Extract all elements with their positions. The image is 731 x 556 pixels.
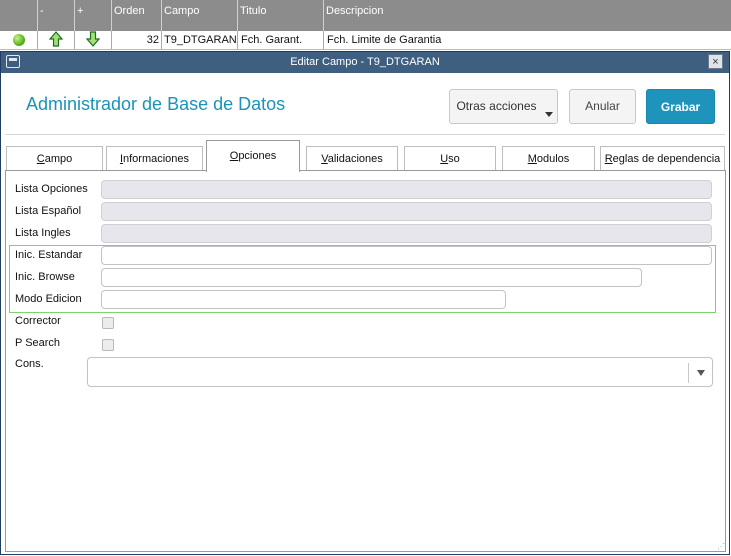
move-down-cell[interactable]: [75, 31, 112, 49]
resize-grip-icon[interactable]: ⋰: [717, 542, 725, 551]
lista-ingles-label: Lista Ingles: [15, 227, 71, 239]
arrow-down-icon[interactable]: [85, 31, 101, 47]
lista-ingles-field[interactable]: [101, 224, 712, 243]
window-icon: [6, 55, 20, 68]
lista-opciones-label: Lista Opciones: [15, 183, 88, 195]
tab-uso-mnemonic: U: [440, 153, 449, 165]
tab-opciones-label: pciones: [238, 150, 277, 162]
combo-separator: [688, 363, 689, 383]
lista-espanol-field[interactable]: [101, 202, 712, 221]
tab-informaciones[interactable]: Informaciones: [106, 146, 203, 171]
lista-opciones-field[interactable]: [101, 180, 712, 199]
tab-modulos-mnemonic: M: [527, 153, 537, 165]
tab-modulos-label: odulos: [536, 153, 570, 165]
grid-col-titulo[interactable]: Titulo: [238, 0, 324, 31]
caret-down-icon: [545, 112, 553, 117]
tab-validaciones-label: alidaciones: [327, 153, 383, 165]
corrector-checkbox[interactable]: [102, 317, 114, 329]
tab-opciones[interactable]: Opciones: [206, 140, 300, 172]
tab-modulos[interactable]: Modulos: [502, 146, 595, 171]
grid-col-plus[interactable]: +: [75, 0, 112, 31]
dialog-titlebar[interactable]: Editar Campo - T9_DTGARAN ×: [1, 52, 729, 73]
table-row[interactable]: 32 T9_DTGARAN Fch. Garant. Fch. Limite d…: [0, 31, 731, 50]
grid-col-orden[interactable]: Orden: [112, 0, 162, 31]
status-green-icon: [13, 34, 25, 46]
tab-uso[interactable]: Uso: [404, 146, 496, 171]
page-title: Administrador de Base de Datos: [26, 94, 286, 114]
p-search-checkbox[interactable]: [102, 339, 114, 351]
corrector-label: Corrector: [15, 315, 61, 327]
arrow-up-icon[interactable]: [48, 31, 64, 47]
more-actions-label: Otras acciones: [456, 99, 537, 113]
inic-estandar-field[interactable]: [101, 246, 712, 265]
cell-campo: T9_DTGARAN: [162, 31, 238, 49]
dialog-title: Editar Campo - T9_DTGARAN: [290, 56, 440, 68]
tab-reglas-mnemonic: R: [604, 153, 613, 165]
status-cell: [0, 31, 38, 49]
cons-combobox[interactable]: [87, 357, 713, 387]
tab-reglas-dependencia[interactable]: Reglas de dependencia: [600, 146, 725, 171]
header-divider: [5, 134, 725, 135]
cell-descripcion: Fch. Limite de Garantia: [327, 34, 442, 46]
save-button[interactable]: Grabar: [646, 89, 715, 124]
tab-campo-mnemonic: C: [36, 153, 45, 165]
tab-reglas-label: eglas de dependencia: [612, 153, 721, 165]
close-button[interactable]: ×: [708, 54, 723, 69]
edit-field-dialog: Editar Campo - T9_DTGARAN × Administrado…: [0, 51, 730, 555]
cons-label: Cons.: [15, 358, 44, 370]
inic-estandar-label: Inic. Estandar: [15, 249, 83, 261]
inic-browse-label: Inic. Browse: [15, 271, 75, 283]
tab-informaciones-label: nformaciones: [123, 153, 190, 165]
grid-col-descripcion[interactable]: Descripcion: [324, 0, 731, 31]
chevron-down-icon[interactable]: [697, 370, 705, 376]
modo-edicion-field[interactable]: [101, 290, 506, 309]
cell-titulo: Fch. Garant.: [238, 31, 324, 49]
cell-orden: 32: [112, 31, 162, 49]
grid-col-campo[interactable]: Campo: [162, 0, 238, 31]
tab-campo[interactable]: Campo: [6, 146, 103, 171]
tab-campo-label: ampo: [44, 153, 73, 165]
inic-browse-field[interactable]: [101, 268, 642, 287]
cancel-button[interactable]: Anular: [569, 89, 636, 124]
move-up-cell[interactable]: [38, 31, 75, 49]
more-actions-button[interactable]: Otras acciones: [449, 89, 558, 124]
p-search-label: P Search: [15, 337, 61, 349]
tab-validaciones[interactable]: Validaciones: [306, 146, 398, 171]
grid-col-minus[interactable]: -: [38, 0, 75, 31]
grid-col-status[interactable]: [0, 0, 38, 31]
grid-header: - + Orden Campo Titulo Descripcion: [0, 0, 731, 31]
lista-espanol-label: Lista Español: [15, 205, 82, 217]
modo-edicion-label: Modo Edicion: [15, 293, 82, 305]
tab-uso-label: so: [448, 153, 460, 165]
